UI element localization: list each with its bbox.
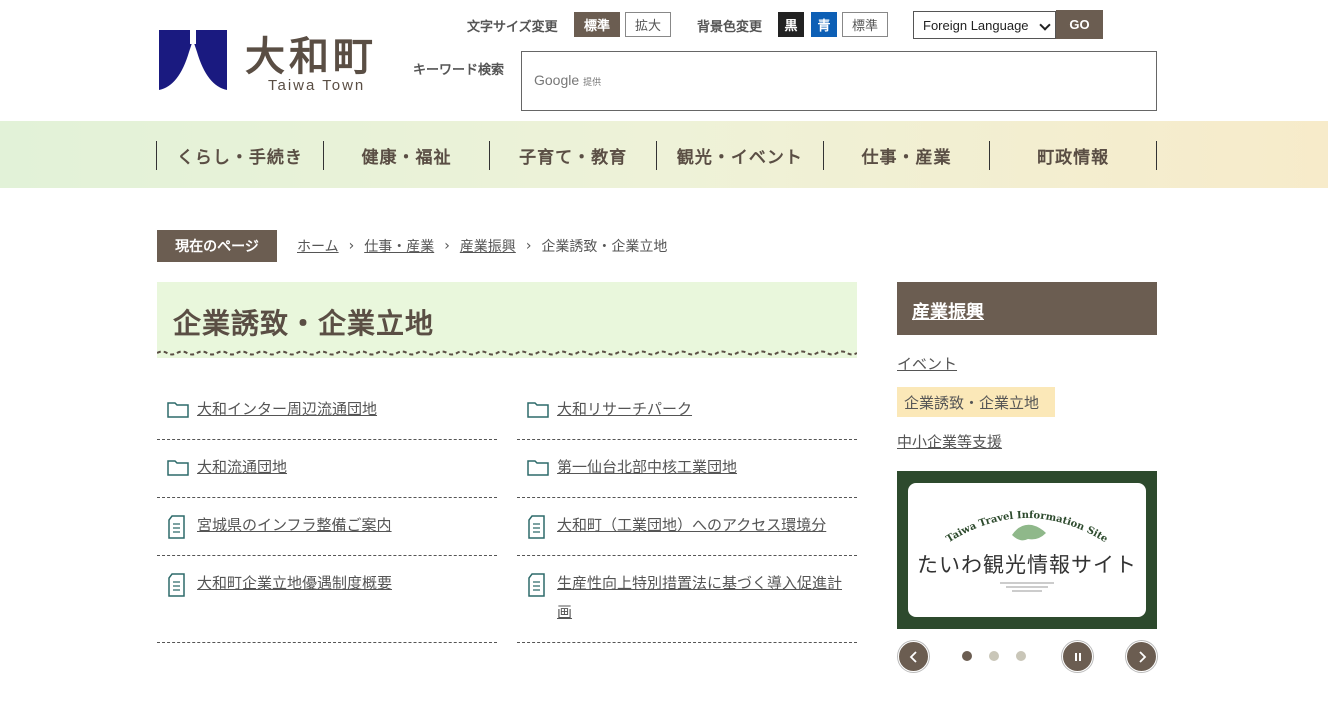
font-size-standard-button[interactable]: 標準 bbox=[574, 12, 620, 37]
language-select[interactable]: Foreign Language bbox=[913, 11, 1056, 39]
town-emblem-icon bbox=[159, 30, 227, 90]
folder-icon bbox=[527, 460, 549, 476]
list-item[interactable]: 第一仙台北部中核工業団地 bbox=[517, 440, 857, 498]
link-label[interactable]: 大和町（工業団地）へのアクセス環境分 bbox=[557, 511, 852, 540]
breadcrumb-promotion[interactable]: 産業振興 bbox=[460, 236, 516, 256]
font-size-large-button[interactable]: 拡大 bbox=[625, 12, 671, 37]
breadcrumb-industry[interactable]: 仕事・産業 bbox=[364, 236, 434, 256]
chevron-right-icon: › bbox=[525, 238, 532, 254]
wavy-divider bbox=[157, 350, 857, 356]
carousel-pause-button[interactable] bbox=[1062, 641, 1093, 672]
folder-icon bbox=[167, 402, 189, 418]
link-label[interactable]: 大和流通団地 bbox=[197, 453, 492, 482]
keyword-search-label: キーワード検索 bbox=[413, 63, 505, 78]
chevron-left-icon bbox=[909, 650, 917, 663]
list-item[interactable]: 大和インター周辺流通団地 bbox=[157, 385, 497, 440]
font-size-label: 文字サイズ変更 bbox=[467, 20, 558, 35]
search-input[interactable]: Google 提供 bbox=[521, 51, 1157, 111]
link-label[interactable]: 宮城県のインフラ整備ご案内 bbox=[197, 511, 492, 540]
site-logo[interactable]: 大和町 Taiwa Town bbox=[159, 30, 399, 94]
tourism-banner-card: Taiwa Travel Information Site たいわ観光情報サイト bbox=[908, 483, 1146, 617]
chevron-right-icon: › bbox=[348, 238, 355, 254]
nav-item-tourism[interactable]: 観光・イベント bbox=[657, 141, 824, 170]
global-nav: くらし・手続き 健康・福祉 子育て・教育 観光・イベント 仕事・産業 町政情報 bbox=[0, 121, 1328, 188]
document-icon bbox=[168, 573, 185, 597]
tourism-banner[interactable]: Taiwa Travel Information Site たいわ観光情報サイト bbox=[897, 471, 1157, 629]
sidebar-item-sme-support[interactable]: 中小企業等支援 bbox=[897, 431, 1002, 452]
sidebar-item-current[interactable]: 企業誘致・企業立地 bbox=[897, 387, 1055, 417]
nav-item-industry[interactable]: 仕事・産業 bbox=[824, 141, 991, 170]
page-title: 企業誘致・企業立地 bbox=[173, 307, 435, 340]
sidebar-heading-label[interactable]: 産業振興 bbox=[912, 298, 984, 324]
list-item[interactable]: 大和流通団地 bbox=[157, 440, 497, 498]
banner-japanese-title: たいわ観光情報サイト bbox=[917, 553, 1137, 577]
breadcrumb: ホーム › 仕事・産業 › 産業振興 › 企業誘致・企業立地 bbox=[297, 236, 667, 256]
language-go-button[interactable]: GO bbox=[1056, 10, 1103, 39]
list-item[interactable]: 生産性向上特別措置法に基づく導入促進計画 bbox=[517, 556, 857, 643]
folder-icon bbox=[527, 402, 549, 418]
bg-color-label: 背景色変更 bbox=[697, 20, 763, 35]
sidebar-heading[interactable]: 産業振興 bbox=[897, 282, 1157, 335]
link-label[interactable]: 大和リサーチパーク bbox=[557, 395, 852, 424]
link-label[interactable]: 生産性向上特別措置法に基づく導入促進計画 bbox=[557, 569, 852, 627]
folder-icon bbox=[167, 460, 189, 476]
carousel-dot-3[interactable] bbox=[1016, 651, 1026, 661]
bg-black-button[interactable]: 黒 bbox=[778, 12, 804, 37]
google-search-brand: Google 提供 bbox=[534, 72, 602, 88]
link-label[interactable]: 大和インター周辺流通団地 bbox=[197, 395, 492, 424]
sidebar-item-events[interactable]: イベント bbox=[897, 353, 957, 374]
chevron-right-icon: › bbox=[444, 238, 450, 254]
carousel-dot-2[interactable] bbox=[989, 651, 999, 661]
pause-icon bbox=[1074, 652, 1081, 661]
list-item[interactable]: 大和町（工業団地）へのアクセス環境分 bbox=[517, 498, 857, 556]
bg-standard-button[interactable]: 標準 bbox=[842, 12, 888, 37]
link-label[interactable]: 大和町企業立地優遇制度概要 bbox=[197, 569, 492, 598]
breadcrumb-home[interactable]: ホーム bbox=[297, 236, 339, 256]
page-title-box: 企業誘致・企業立地 bbox=[157, 282, 857, 358]
language-select-value: Foreign Language bbox=[923, 17, 1029, 33]
document-icon bbox=[528, 573, 545, 597]
chevron-right-icon bbox=[1138, 650, 1146, 663]
document-icon bbox=[528, 515, 545, 539]
carousel-next-button[interactable] bbox=[1126, 641, 1157, 672]
nav-item-government[interactable]: 町政情報 bbox=[990, 141, 1158, 170]
list-item[interactable]: 宮城県のインフラ整備ご案内 bbox=[157, 498, 497, 556]
breadcrumb-current: 企業誘致・企業立地 bbox=[541, 239, 668, 255]
link-label[interactable]: 第一仙台北部中核工業団地 bbox=[557, 453, 852, 482]
carousel-dot-1[interactable] bbox=[962, 651, 972, 661]
logo-title: 大和町 bbox=[245, 33, 377, 80]
nav-item-education[interactable]: 子育て・教育 bbox=[490, 141, 658, 170]
carousel-prev-button[interactable] bbox=[898, 641, 929, 672]
bg-blue-button[interactable]: 青 bbox=[811, 12, 837, 37]
nav-item-living[interactable]: くらし・手続き bbox=[157, 141, 324, 170]
chevron-down-icon bbox=[1039, 19, 1051, 31]
document-icon bbox=[168, 515, 185, 539]
breadcrumb-label: 現在のページ bbox=[157, 230, 277, 262]
nav-item-health[interactable]: 健康・福祉 bbox=[324, 141, 491, 170]
logo-subtitle: Taiwa Town bbox=[268, 77, 366, 94]
list-item[interactable]: 大和町企業立地優遇制度概要 bbox=[157, 556, 497, 643]
list-item[interactable]: 大和リサーチパーク bbox=[517, 385, 857, 440]
